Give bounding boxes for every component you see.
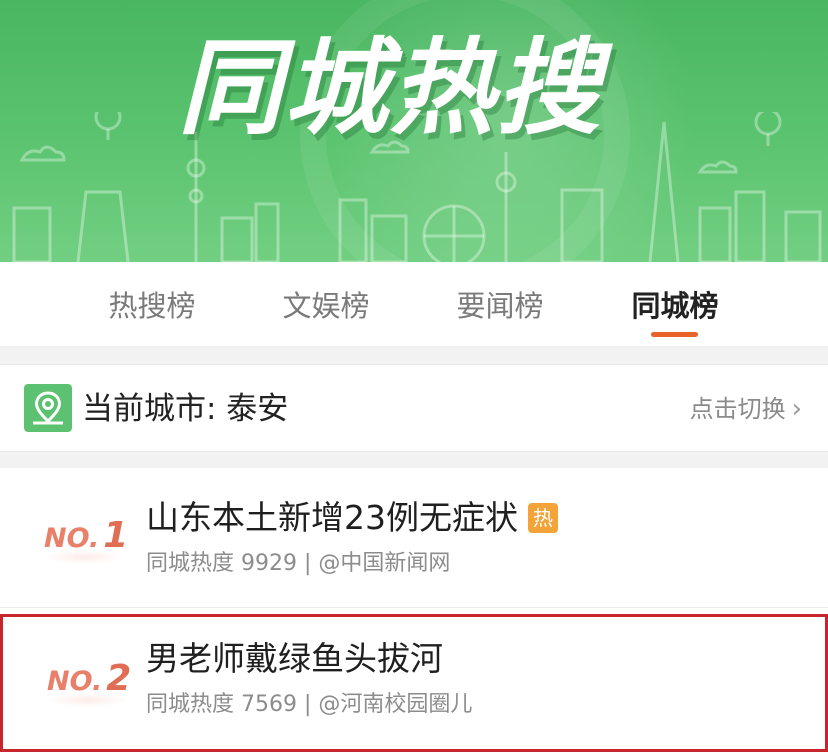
rank-prefix: NO. (44, 523, 100, 554)
heat-value: 9929 (241, 551, 298, 576)
item-meta: 同城热度 7569 | @河南校园圈儿 (146, 689, 472, 721)
rank-label: NO. 1 (44, 516, 128, 556)
list-item[interactable]: NO. 1 山东本土新增23例无症状热 同城热度 9929 | @中国新闻网 (0, 468, 828, 608)
hot-badge: 热 (528, 503, 558, 533)
banner-title: 同城热搜 (178, 27, 603, 149)
rank-label: NO. 2 (47, 659, 131, 699)
heat-label: 同城热度 (146, 551, 235, 576)
tab-local[interactable]: 同城榜 (605, 286, 745, 326)
tab-entertainment[interactable]: 文娱榜 (256, 286, 396, 326)
rank-prefix: NO. (47, 666, 103, 697)
hero-banner: 同城热搜 (0, 0, 828, 262)
current-city-label: 当前城市: 泰安 (82, 391, 289, 427)
active-tab-indicator (651, 332, 698, 337)
rank-number: 1 (103, 515, 129, 556)
source-link[interactable]: @河南校园圈儿 (318, 692, 472, 717)
heat-label: 同城热度 (146, 692, 235, 717)
item-title: 男老师戴绿鱼头拔河 (146, 639, 443, 678)
local-trending-list: NO. 1 山东本土新增23例无症状热 同城热度 9929 | @中国新闻网 NO… (0, 468, 828, 754)
chevron-right-icon: › (791, 394, 802, 424)
tab-bar: 热搜榜 文娱榜 要闻榜 同城榜 (0, 262, 828, 346)
source-link[interactable]: @中国新闻网 (318, 551, 450, 576)
switch-city-button[interactable]: 点击切换 › (690, 391, 802, 427)
heat-value: 7569 (241, 692, 298, 717)
rank-number: 2 (106, 658, 132, 699)
switch-city-label: 点击切换 (689, 395, 786, 423)
list-item[interactable]: NO. 2 男老师戴绿鱼头拔河 同城热度 7569 | @河南校园圈儿 (0, 614, 828, 752)
item-title-text: 山东本土新增23例无症状 (146, 498, 518, 537)
meta-separator: | (297, 692, 319, 717)
current-city-bar: 当前城市: 泰安 点击切换 › (0, 364, 828, 452)
tab-news[interactable]: 要闻榜 (430, 286, 570, 326)
location-pin-icon (24, 384, 72, 432)
item-meta: 同城热度 9929 | @中国新闻网 (146, 548, 450, 580)
meta-separator: | (297, 551, 319, 576)
tab-hot-search[interactable]: 热搜榜 (82, 286, 222, 326)
item-title: 山东本土新增23例无症状热 (146, 496, 558, 540)
